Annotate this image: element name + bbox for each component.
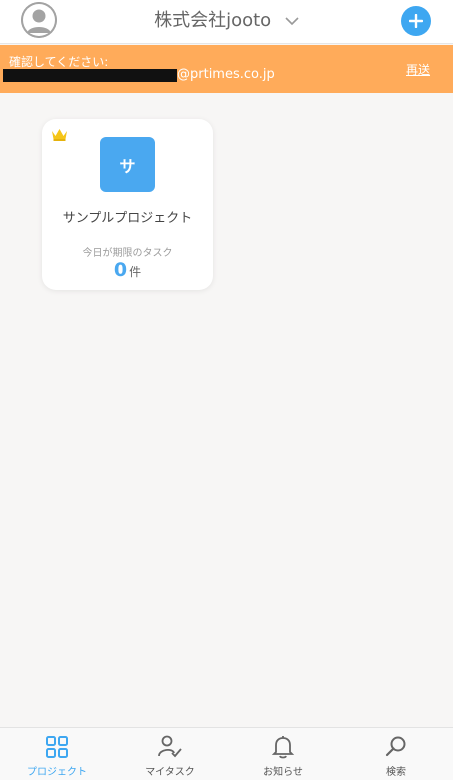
nav-projects[interactable]: プロジェクト xyxy=(7,734,107,778)
bell-icon xyxy=(271,736,295,759)
nav-notifications[interactable]: お知らせ xyxy=(233,734,333,778)
nav-search[interactable]: 検索 xyxy=(346,734,446,778)
search-icon xyxy=(385,736,406,757)
due-today-label: 今日が期限のタスク xyxy=(82,248,173,259)
app-screen: 株式会社jooto 確認してください: @prtimes.co.jp 再送 サ … xyxy=(0,0,453,780)
due-count-number: 0 xyxy=(113,259,128,281)
chevron-down-icon xyxy=(285,16,299,25)
workspace-switcher[interactable]: 株式会社jooto xyxy=(0,9,453,33)
due-count-unit: 件 xyxy=(129,265,142,279)
grid-icon xyxy=(46,736,68,758)
nav-my-tasks[interactable]: マイタスク xyxy=(120,734,220,778)
my-task-icon xyxy=(158,735,182,758)
project-icon: サ xyxy=(100,137,155,192)
project-name: サンプルプロジェクト xyxy=(62,211,193,226)
email-domain-text: @prtimes.co.jp xyxy=(177,67,275,82)
nav-notifications-label: お知らせ xyxy=(263,767,303,778)
redacted-email-bar xyxy=(3,69,177,82)
workspace-name: 株式会社jooto xyxy=(154,10,272,31)
due-today-count: 0件 xyxy=(42,259,213,281)
plus-icon xyxy=(409,14,423,28)
nav-my-tasks-label: マイタスク xyxy=(145,767,195,778)
nav-search-label: 検索 xyxy=(386,767,406,778)
header-bar: 株式会社jooto xyxy=(0,0,453,44)
project-card[interactable]: サ サンプルプロジェクト 今日が期限のタスク 0件 xyxy=(42,119,213,290)
project-icon-letter: サ xyxy=(119,156,136,176)
confirm-text: 確認してください: xyxy=(9,55,109,69)
resend-link[interactable]: 再送 xyxy=(406,61,430,78)
crown-icon xyxy=(52,129,67,141)
bottom-navigation: プロジェクト マイタスク お知らせ 検索 xyxy=(0,727,453,780)
add-project-button[interactable] xyxy=(401,6,431,36)
nav-projects-label: プロジェクト xyxy=(27,767,87,778)
email-confirmation-banner: 確認してください: @prtimes.co.jp 再送 xyxy=(0,45,453,93)
